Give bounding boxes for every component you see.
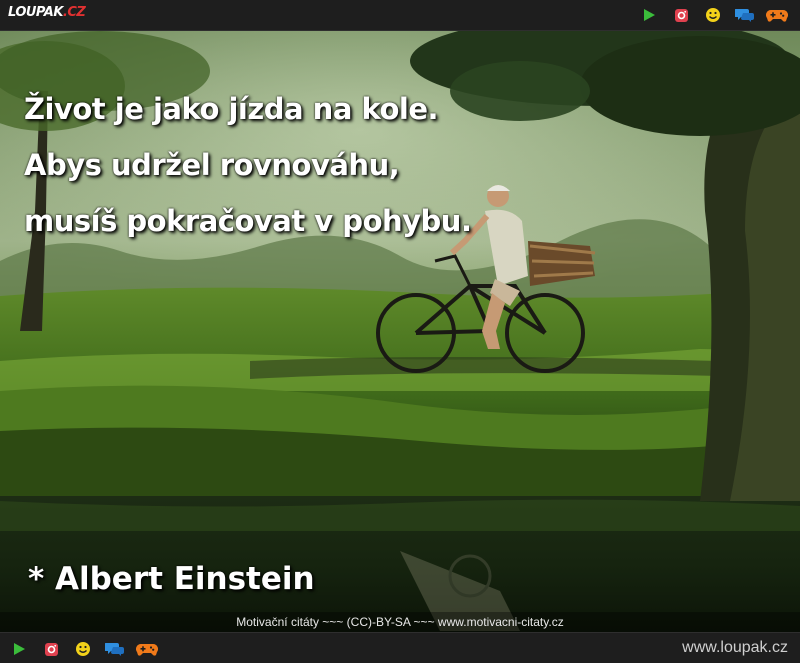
logo-tld: .CZ bbox=[62, 5, 86, 20]
gamepad-icon[interactable] bbox=[136, 638, 158, 660]
quote-line: Život je jako jízda na kole. bbox=[24, 92, 439, 126]
smiley-icon[interactable] bbox=[702, 4, 724, 26]
site-url-link[interactable]: www.loupak.cz bbox=[682, 639, 788, 657]
smiley-icon[interactable] bbox=[72, 638, 94, 660]
top-bar: LOUPAK.CZ bbox=[0, 0, 800, 31]
play-icon[interactable] bbox=[638, 4, 660, 26]
motivational-photo: Život je jako jízda na kole. Abys udržel… bbox=[0, 31, 800, 632]
quote-line: musíš pokračovat v pohybu. bbox=[24, 204, 472, 238]
bottom-bar: www.loupak.cz bbox=[0, 632, 800, 663]
instagram-icon[interactable] bbox=[40, 638, 62, 660]
image-credit: Motivační citáty ~~~ (CC)-BY-SA ~~~ www.… bbox=[0, 612, 800, 632]
chat-icon[interactable] bbox=[734, 4, 756, 26]
quote-author: * Albert Einstein bbox=[28, 561, 315, 597]
play-icon[interactable] bbox=[8, 638, 30, 660]
top-icon-group bbox=[638, 4, 788, 26]
chat-icon[interactable] bbox=[104, 638, 126, 660]
instagram-icon[interactable] bbox=[670, 4, 692, 26]
logo-main: LOUPAK bbox=[8, 5, 63, 20]
quote-text: Život je jako jízda na kole. Abys udržel… bbox=[24, 81, 472, 249]
quote-line: Abys udržel rovnováhu, bbox=[24, 148, 400, 182]
gamepad-icon[interactable] bbox=[766, 4, 788, 26]
bottom-icon-group bbox=[8, 638, 158, 660]
loupak-logo[interactable]: LOUPAK.CZ bbox=[8, 5, 86, 20]
